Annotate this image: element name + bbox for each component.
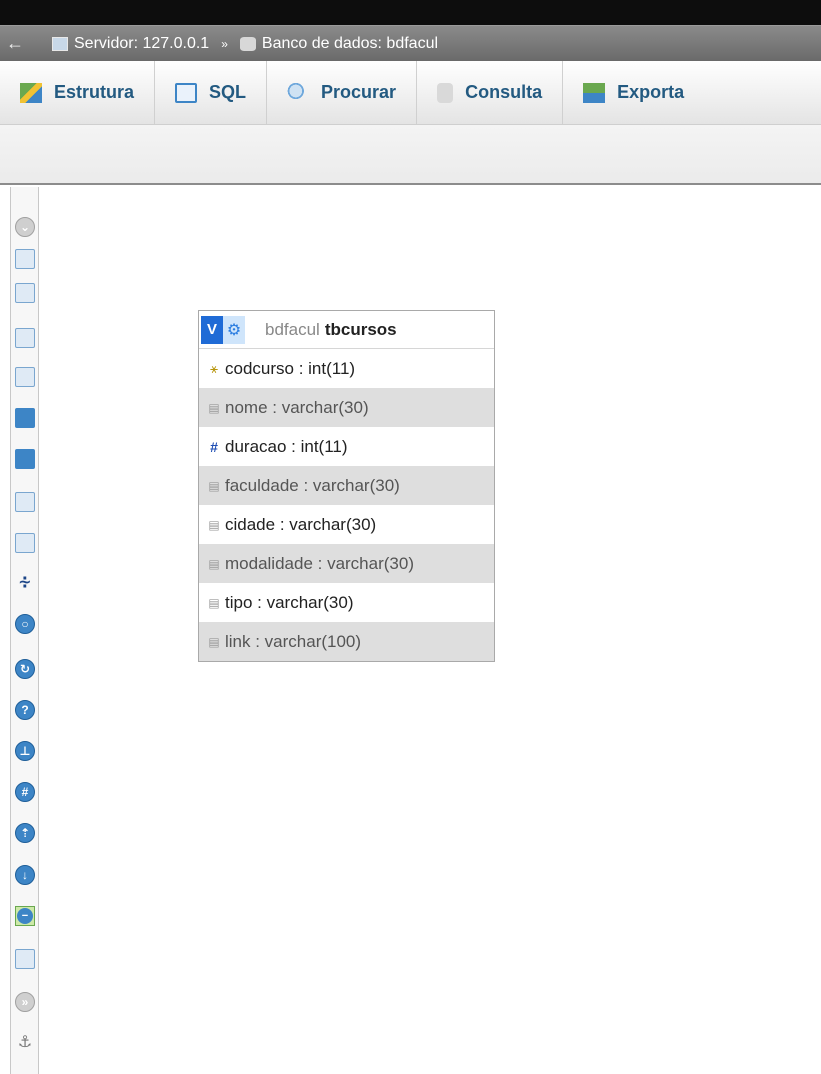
tab-export[interactable]: Exporta bbox=[563, 61, 704, 124]
angular-links-icon[interactable]: ? bbox=[15, 700, 35, 720]
back-arrow-icon[interactable]: ← bbox=[0, 33, 30, 54]
column-icon: ▤ bbox=[208, 478, 220, 493]
tab-label: Consulta bbox=[465, 82, 543, 102]
column-icon: ▤ bbox=[208, 634, 220, 649]
tab-estrutura[interactable]: Estrutura bbox=[0, 61, 156, 124]
column-label: tipo : varchar(30) bbox=[225, 592, 354, 612]
query-icon bbox=[437, 82, 454, 103]
gear-icon[interactable]: ⚙ bbox=[223, 315, 245, 344]
breadcrumb-server-label: Servidor: 127.0.0.1 bbox=[74, 34, 210, 52]
numeric-icon: # bbox=[210, 438, 218, 455]
structure-icon bbox=[20, 82, 42, 103]
tab-label: SQL bbox=[209, 82, 247, 102]
column-label: duracao : int(11) bbox=[225, 436, 348, 456]
add-tables-icon[interactable] bbox=[15, 283, 35, 303]
pin-text-icon[interactable]: » bbox=[15, 992, 35, 1012]
delete-page-icon[interactable] bbox=[15, 492, 35, 512]
tab-consulta[interactable]: Consulta bbox=[417, 61, 564, 124]
new-page-icon[interactable] bbox=[15, 328, 35, 348]
breadcrumb-separator: » bbox=[221, 36, 228, 51]
create-pdf-icon[interactable] bbox=[15, 533, 35, 553]
tab-label: Procurar bbox=[321, 82, 397, 102]
primary-key-icon: ⚹ bbox=[210, 360, 218, 376]
export-icon bbox=[583, 82, 606, 103]
fullscreen-icon[interactable] bbox=[15, 249, 35, 269]
column-label: link : varchar(100) bbox=[225, 631, 362, 651]
sql-icon bbox=[175, 82, 198, 103]
open-page-icon[interactable] bbox=[15, 367, 35, 387]
breadcrumb: ← Servidor: 127.0.0.1 » Banco de dados: … bbox=[0, 25, 821, 61]
table-column-row[interactable]: ▤ faculdade : varchar(30) bbox=[199, 466, 494, 505]
column-label: nome : varchar(30) bbox=[225, 397, 369, 417]
tab-sql[interactable]: SQL bbox=[155, 61, 268, 124]
table-column-row[interactable]: # duracao : int(11) bbox=[199, 427, 494, 466]
save-page-icon[interactable] bbox=[15, 408, 35, 428]
main-tabs: Estrutura SQL Procurar Consulta Exporta bbox=[0, 61, 821, 125]
small-big-all-icon[interactable]: # bbox=[15, 782, 35, 802]
show-hide-menu-icon[interactable]: ⌄ bbox=[15, 217, 35, 237]
table-column-row[interactable]: ⚹ codcurso : int(11) bbox=[199, 349, 494, 388]
search-icon bbox=[287, 82, 310, 103]
window-top-strip bbox=[0, 0, 821, 25]
column-label: codcurso : int(11) bbox=[225, 358, 356, 378]
table-db-name: bdfacul bbox=[265, 319, 320, 339]
toggle-columns-button[interactable]: V bbox=[201, 315, 223, 344]
column-icon: ▤ bbox=[208, 595, 220, 610]
column-icon: ▤ bbox=[208, 400, 220, 415]
server-icon bbox=[52, 36, 68, 51]
tab-procurar[interactable]: Procurar bbox=[267, 61, 418, 124]
breadcrumb-database[interactable]: Banco de dados: bdfacul bbox=[239, 34, 439, 53]
table-column-row[interactable]: ▤ modalidade : varchar(30) bbox=[199, 544, 494, 583]
table-name: tbcursos bbox=[324, 319, 397, 339]
toggle-relation-lines-icon[interactable]: ↓ bbox=[15, 865, 35, 885]
designer-table-tbcursos[interactable]: V ⚙ bdfacul tbcursos ⚹ codcurso : int(11… bbox=[198, 310, 495, 662]
tab-label: Estrutura bbox=[54, 82, 135, 102]
column-icon: ▤ bbox=[208, 517, 220, 532]
table-column-row[interactable]: ▤ cidade : varchar(30) bbox=[199, 505, 494, 544]
database-icon bbox=[239, 36, 256, 51]
column-label: faculdade : varchar(30) bbox=[225, 475, 400, 495]
help-icon[interactable]: ↻ bbox=[15, 659, 35, 679]
breadcrumb-server[interactable]: Servidor: 127.0.0.1 bbox=[52, 35, 209, 53]
column-label: cidade : varchar(30) bbox=[225, 514, 377, 534]
designer-side-toolbar: ⌄ ∻ ○ ↻ ? ⊥ # ⇡ ↓ − » ⚓ bbox=[10, 187, 39, 1074]
export-schema-icon[interactable]: − bbox=[15, 906, 35, 926]
breadcrumb-database-label: Banco de dados: bdfacul bbox=[261, 34, 439, 52]
save-as-icon[interactable] bbox=[15, 449, 35, 469]
tab-label: Exporta bbox=[617, 82, 685, 102]
reload-icon[interactable]: ○ bbox=[15, 614, 35, 634]
table-column-row[interactable]: ▤ nome : varchar(30) bbox=[199, 388, 494, 427]
move-menu-icon[interactable] bbox=[15, 949, 35, 969]
designer-subbar bbox=[0, 125, 821, 185]
table-header[interactable]: V ⚙ bdfacul tbcursos bbox=[199, 311, 494, 349]
build-relation-icon[interactable]: ∻ bbox=[15, 572, 35, 592]
toggle-small-big-icon[interactable]: ⇡ bbox=[15, 823, 35, 843]
table-column-row[interactable]: ▤ link : varchar(100) bbox=[199, 622, 494, 661]
table-column-row[interactable]: ▤ tipo : varchar(30) bbox=[199, 583, 494, 622]
snap-to-grid-icon[interactable]: ⊥ bbox=[15, 741, 35, 761]
column-icon: ▤ bbox=[208, 556, 220, 571]
anchor-icon[interactable]: ⚓ bbox=[15, 1032, 35, 1052]
column-label: modalidade : varchar(30) bbox=[225, 553, 414, 573]
